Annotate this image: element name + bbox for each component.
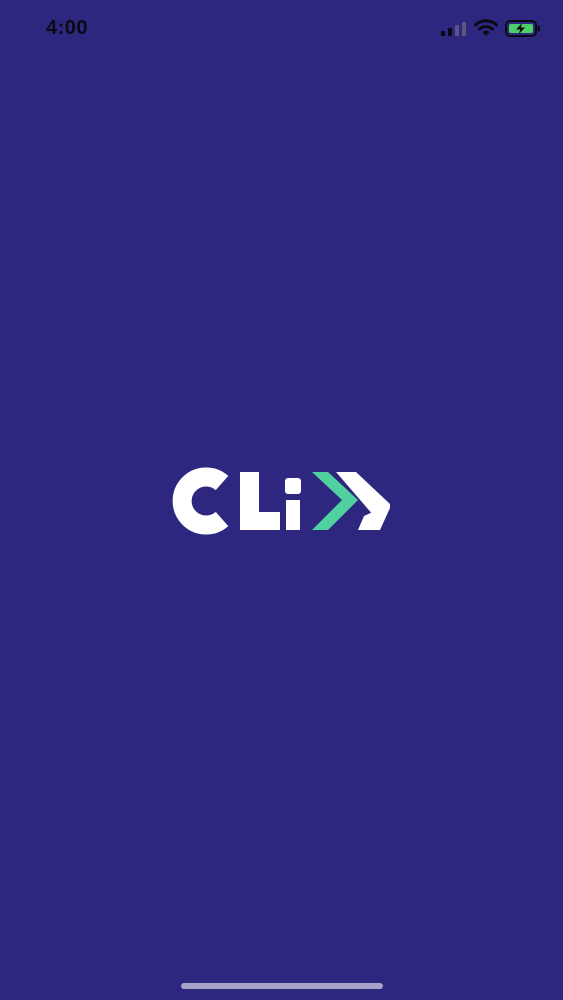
clix-logo (168, 464, 396, 538)
clix-logo-mark (172, 467, 390, 535)
home-indicator[interactable] (181, 983, 383, 989)
status-time: 4:00 (46, 17, 89, 39)
cellular-signal-icon (441, 22, 466, 36)
status-bar: 4:00 (0, 0, 563, 56)
battery-charging-icon (505, 20, 540, 37)
wifi-icon (474, 19, 498, 36)
splash-screen: 4:00 (0, 0, 563, 1000)
